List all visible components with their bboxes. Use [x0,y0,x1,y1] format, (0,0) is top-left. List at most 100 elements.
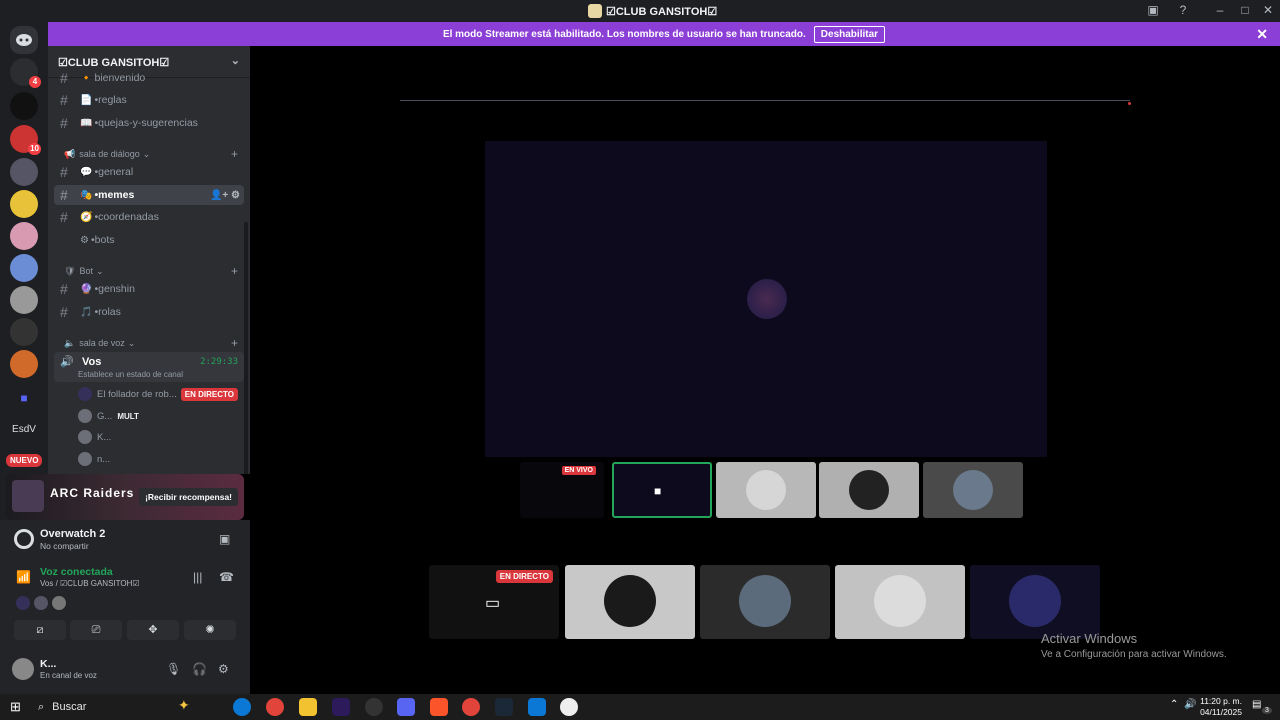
user-tile-4[interactable] [970,565,1100,639]
channel-reglas[interactable]: # 📄 •reglas [54,90,244,110]
tray-chevron-icon[interactable]: ⌃ [1170,699,1178,710]
discord-taskbar-icon[interactable] [397,698,415,716]
chrome-icon[interactable] [266,698,284,716]
voice-channel-vos[interactable]: 🔊 Vos 2:29:33 Establece un estado de can… [54,352,244,382]
channel-genshin[interactable]: # 🔮 •genshin [54,279,244,299]
copilot-sparkle-icon[interactable]: ✦ [178,697,190,714]
claim-reward-button[interactable]: ¡Recibir recompensa! [139,488,238,506]
avatar [604,575,656,627]
steam-icon[interactable] [495,698,513,716]
chevron-down-icon[interactable]: ⌄ [231,54,240,67]
noise-suppression-icon[interactable]: ||| [193,570,202,584]
avatar[interactable] [12,658,34,680]
hash-icon: # [60,304,68,320]
category-sala-voz[interactable]: 🔈 sala de voz ⌄ + [64,335,244,351]
headphones-icon[interactable]: 🎧 [192,662,207,676]
close-banner-icon[interactable]: ✕ [1256,26,1268,43]
file-explorer-icon[interactable] [299,698,317,716]
server-icon-5[interactable] [10,222,38,250]
channel-bots[interactable]: # ⚙ •bots [54,230,244,250]
channel-general[interactable]: # 💬 •general [54,162,244,182]
volume-icon[interactable]: 🔊 [1184,699,1196,710]
app-icon[interactable] [365,698,383,716]
user-thumbnail-1[interactable] [716,462,816,518]
voice-user-2[interactable]: G... MULT [78,406,244,426]
channel-rolas[interactable]: # 🎵 •rolas [54,302,244,322]
user-name[interactable]: K... [40,658,56,670]
maximize-button[interactable]: □ [1235,3,1255,17]
minimize-button[interactable]: – [1210,3,1230,17]
camera-button[interactable]: ⧄ [14,620,66,640]
clock-date: 04/11/2025 [1200,707,1242,717]
edge-icon[interactable] [233,698,251,716]
live-stream-tile[interactable]: EN DIRECTO ▭ [429,565,559,639]
category-sala-dialogo[interactable]: 📢 sala de diálogo ⌄ + [64,146,244,162]
server-icon-8[interactable] [10,318,38,346]
close-window-button[interactable]: ✕ [1258,3,1278,17]
overwatch-taskbar-icon[interactable] [560,698,578,716]
channel-coordenadas[interactable]: # 🧭 •coordenadas [54,207,244,227]
promo-banner[interactable]: ARC Raiders ¡Recibir recompensa! [6,474,244,520]
user-thumbnail-2[interactable] [819,462,919,518]
camera-thumbnail[interactable]: ■ [612,462,712,518]
brave-icon[interactable] [430,698,448,716]
search-box[interactable]: ⌕ Buscar [32,697,222,717]
stream-game-icon[interactable]: ▣ [219,532,230,546]
channel-emoji: 📖 [80,117,93,129]
settings-gear-icon[interactable]: 👤+ ⚙ [210,190,240,201]
connection-signal-icon[interactable]: 📶 [16,570,31,584]
voice-user-name: K... [97,431,112,443]
inbox-icon[interactable]: ▣ [1143,3,1163,17]
add-channel-icon[interactable]: + [231,264,238,278]
channel-scrollbar[interactable] [244,222,248,474]
voice-user-4[interactable]: n... [78,449,244,469]
user-tile-3[interactable] [835,565,965,639]
category-bot[interactable]: 🛡 Bot ⌄ + [64,263,244,279]
server-icon-3[interactable] [10,158,38,186]
activities-button[interactable]: ✥ [127,620,179,640]
user-thumbnail-3[interactable] [923,462,1023,518]
channel-name: •coordenadas [94,211,159,223]
server-icon-4[interactable] [10,190,38,218]
premiere-icon[interactable] [332,698,350,716]
voice-user-3[interactable]: K... [78,427,244,447]
windows-start-icon[interactable]: ⊞ [10,699,21,715]
set-channel-status[interactable]: Establece un estado de canal [78,370,183,379]
overwatch-icon [14,529,34,549]
user-tile-2[interactable] [700,565,830,639]
voice-user-1[interactable]: El follador de rob... EN DIRECTO [78,384,244,404]
add-channel-icon[interactable]: + [231,336,238,350]
server-icon-2[interactable]: 10 [10,125,41,155]
user-settings-gear-icon[interactable]: ⚙ [218,662,229,676]
battlenet-icon[interactable] [528,698,546,716]
direct-messages-icon[interactable]: 4 [10,58,41,88]
discord-home-icon[interactable] [10,26,38,54]
microphone-icon[interactable]: 🎙 [166,662,181,676]
disconnect-icon[interactable]: ☎ [219,570,234,584]
server-icon-9[interactable] [10,350,38,378]
server-label-esdv[interactable]: EsdV [6,416,42,444]
guild-logo-icon [588,4,602,18]
channel-emoji: 🎵 [80,306,93,318]
user-tile-1[interactable] [565,565,695,639]
stream-thumbnail[interactable]: EN VIVO [520,462,604,518]
folder-icon[interactable]: ■ [10,384,38,412]
voice-connected-title[interactable]: Voz conectada [40,566,113,578]
channel-memes[interactable]: # 🎭 •memes 👤+ ⚙ [54,185,244,205]
server-icon-7[interactable] [10,286,38,314]
server-icon-6[interactable] [10,254,38,282]
server-icon-1[interactable] [10,92,38,120]
notification-icon[interactable]: ▤ [1252,699,1261,710]
focused-stream[interactable] [485,141,1047,457]
share-screen-button[interactable]: ⎚ [70,620,122,640]
voice-connected-sub[interactable]: Vos / ☑CLUB GANSITOH☑ [40,579,140,588]
help-icon[interactable]: ? [1173,3,1193,17]
clock[interactable]: 11:20 p. m. 04/11/2025 [1200,696,1242,718]
chrome-profile-icon[interactable] [462,698,480,716]
channel-quejas[interactable]: # 📖 •quejas-y-sugerencias [54,113,244,133]
disable-streamer-button[interactable]: Deshabilitar [813,25,886,43]
soundboard-button[interactable]: ✺ [184,620,236,640]
channel-name: •bots [90,234,115,246]
channel-bienvenido[interactable]: # 🔸 bienvenido [54,68,244,88]
add-channel-icon[interactable]: + [231,147,238,161]
